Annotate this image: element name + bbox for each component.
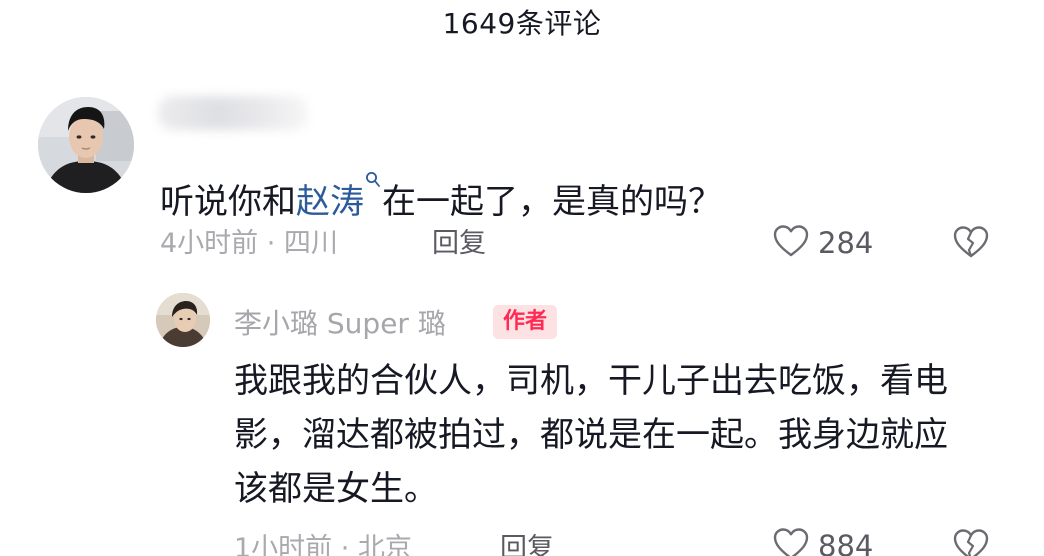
author-avatar-photo xyxy=(156,293,210,347)
like-button[interactable]: 284 xyxy=(772,223,873,263)
comment-meta: 4小时前 · 四川 xyxy=(160,228,338,259)
broken-heart-icon xyxy=(952,529,990,556)
author-name[interactable]: 李小璐 Super 璐 xyxy=(234,302,446,342)
reply-like-button[interactable]: 884 xyxy=(772,526,873,556)
author-badge: 作者 xyxy=(493,305,558,339)
comment-text-before: 听说你和 xyxy=(160,182,296,222)
comment-text-after: 在一起了，是真的吗？ xyxy=(382,182,722,222)
mention-link[interactable]: 赵涛 xyxy=(296,182,364,222)
reply-meta: 1小时前 · 北京 xyxy=(234,533,412,556)
comment-text: 听说你和赵涛 在一起了，是真的吗？ xyxy=(160,150,722,230)
broken-heart-icon xyxy=(952,226,990,263)
search-icon[interactable] xyxy=(365,150,381,206)
user-avatar[interactable] xyxy=(38,97,134,193)
reply-reply-button[interactable]: 回复 xyxy=(500,526,554,556)
dislike-button[interactable] xyxy=(952,225,990,263)
comments-panel: 1649条评论 听说你和赵涛 在一起了，是真的吗？ 4小时前 · 四川 回复 2… xyxy=(0,0,1044,556)
like-count: 284 xyxy=(818,226,874,260)
user-avatar-photo xyxy=(38,97,134,193)
username-blurred[interactable] xyxy=(158,96,308,130)
comment-count-title: 1649条评论 xyxy=(442,7,602,40)
heart-icon xyxy=(772,527,810,556)
heart-icon xyxy=(772,224,810,262)
reply-button[interactable]: 回复 xyxy=(432,221,486,260)
reply-like-count: 884 xyxy=(818,529,874,556)
author-avatar[interactable] xyxy=(156,293,210,347)
reply-dislike-button[interactable] xyxy=(952,528,990,556)
reply-text: 我跟我的合伙人，司机，干儿子出去吃饭，看电影，溜达都被拍过，都说是在一起。我身边… xyxy=(234,361,948,509)
